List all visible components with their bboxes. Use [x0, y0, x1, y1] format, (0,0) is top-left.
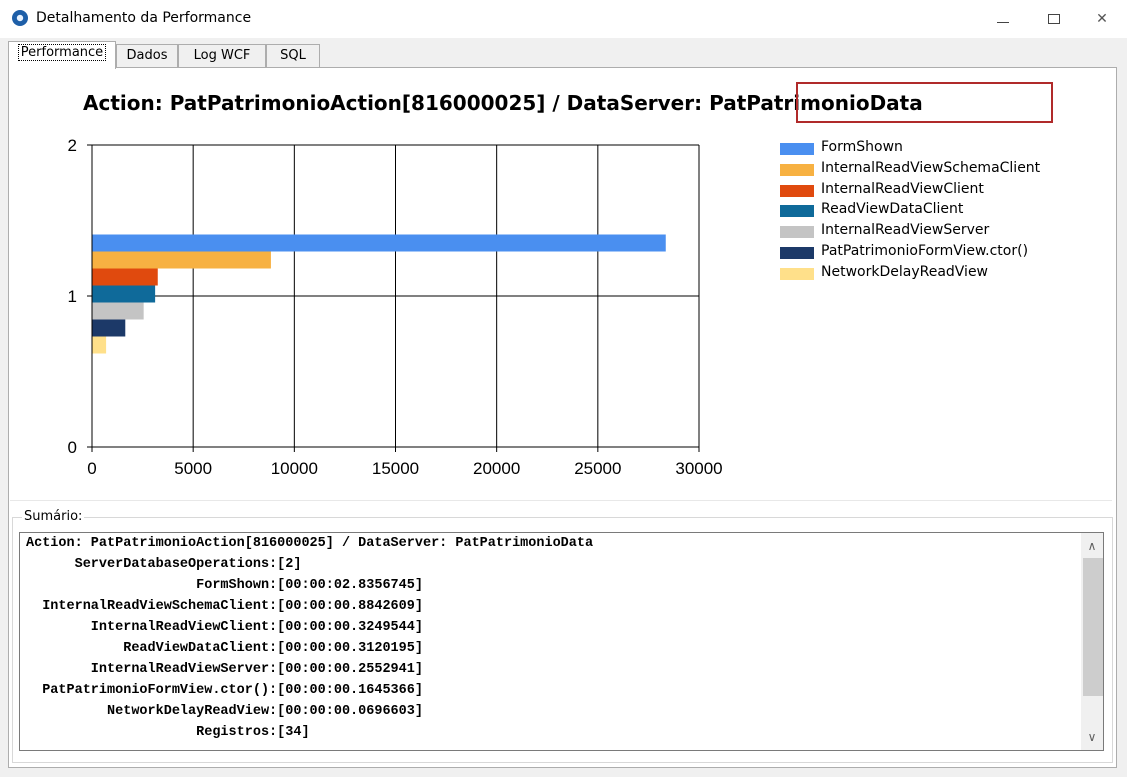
x-tick-label: 30000: [675, 459, 722, 478]
summary-line: InternalReadViewClient:[00:00:00.3249544…: [26, 620, 423, 635]
x-tick-label: 5000: [174, 459, 212, 478]
x-tick-label: 25000: [574, 459, 621, 478]
bar-internalreadviewserver: [92, 302, 144, 320]
tab-performance[interactable]: Performance: [8, 41, 116, 69]
legend-swatch: [780, 205, 814, 218]
legend-label: PatPatrimonioFormView.ctor(): [821, 243, 1029, 259]
legend-label: ReadViewDataClient: [821, 201, 964, 218]
vertical-scrollbar[interactable]: ∧ ∨: [1081, 533, 1103, 750]
summary-textarea[interactable]: ∧ ∨ Action: PatPatrimonioAction[81600002…: [19, 532, 1104, 751]
y-tick-label: 0: [68, 438, 77, 457]
legend-swatch: [780, 247, 814, 259]
x-tick-label: 0: [87, 459, 96, 478]
bar-formshown: [92, 234, 666, 252]
legend-swatch: [780, 184, 814, 197]
legend-label: InternalReadViewClient: [821, 180, 984, 197]
legend-label: InternalReadViewSchemaClient: [821, 159, 1041, 176]
legend-swatch: [780, 163, 814, 176]
summary-line: Registros:[34]: [26, 725, 310, 740]
bar-patpatrimonioformview-ctor-: [92, 319, 126, 337]
legend-label: NetworkDelayReadView: [821, 263, 989, 280]
summary-line: ReadViewDataClient:[00:00:00.3120195]: [26, 641, 423, 656]
legend-swatch: [780, 143, 814, 155]
chevron-up-icon[interactable]: ∧: [1081, 536, 1103, 556]
y-tick-label: 2: [68, 136, 77, 155]
bar-readviewdataclient: [92, 285, 156, 303]
summary-line: NetworkDelayReadView:[00:00:00.0696603]: [26, 704, 423, 719]
summary-line: PatPatrimonioFormView.ctor():[00:00:00.1…: [26, 683, 423, 698]
legend-label: FormShown: [821, 139, 903, 155]
x-tick-label: 20000: [473, 459, 520, 478]
splitter[interactable]: [10, 500, 1112, 501]
legend-swatch: [780, 226, 814, 239]
summary-line: Action: PatPatrimonioAction[816000025] /…: [26, 536, 594, 551]
summary-line: InternalReadViewSchemaClient:[00:00:00.8…: [26, 599, 423, 614]
summary-line: InternalReadViewServer:[00:00:00.2552941…: [26, 662, 423, 677]
tab-performance-label: Performance: [17, 44, 107, 61]
chevron-down-icon[interactable]: ∨: [1081, 727, 1103, 747]
y-tick-label: 1: [68, 287, 77, 306]
scroll-thumb[interactable]: [1083, 558, 1103, 696]
legend-swatch: [780, 267, 814, 280]
legend-label: InternalReadViewServer: [821, 222, 990, 239]
performance-window: Detalhamento da Performance ✕ Performanc…: [0, 0, 1127, 777]
summary-line: FormShown:[00:00:02.8356745]: [26, 578, 423, 593]
bar-internalreadviewschemaclient: [92, 251, 271, 269]
x-tick-label: 10000: [271, 459, 318, 478]
summary-label: Sumário:: [22, 509, 85, 524]
summary-line: ServerDatabaseOperations:[2]: [26, 557, 302, 572]
bar-networkdelayreadview: [92, 336, 107, 354]
bar-internalreadviewclient: [92, 268, 158, 286]
x-tick-label: 15000: [372, 459, 419, 478]
